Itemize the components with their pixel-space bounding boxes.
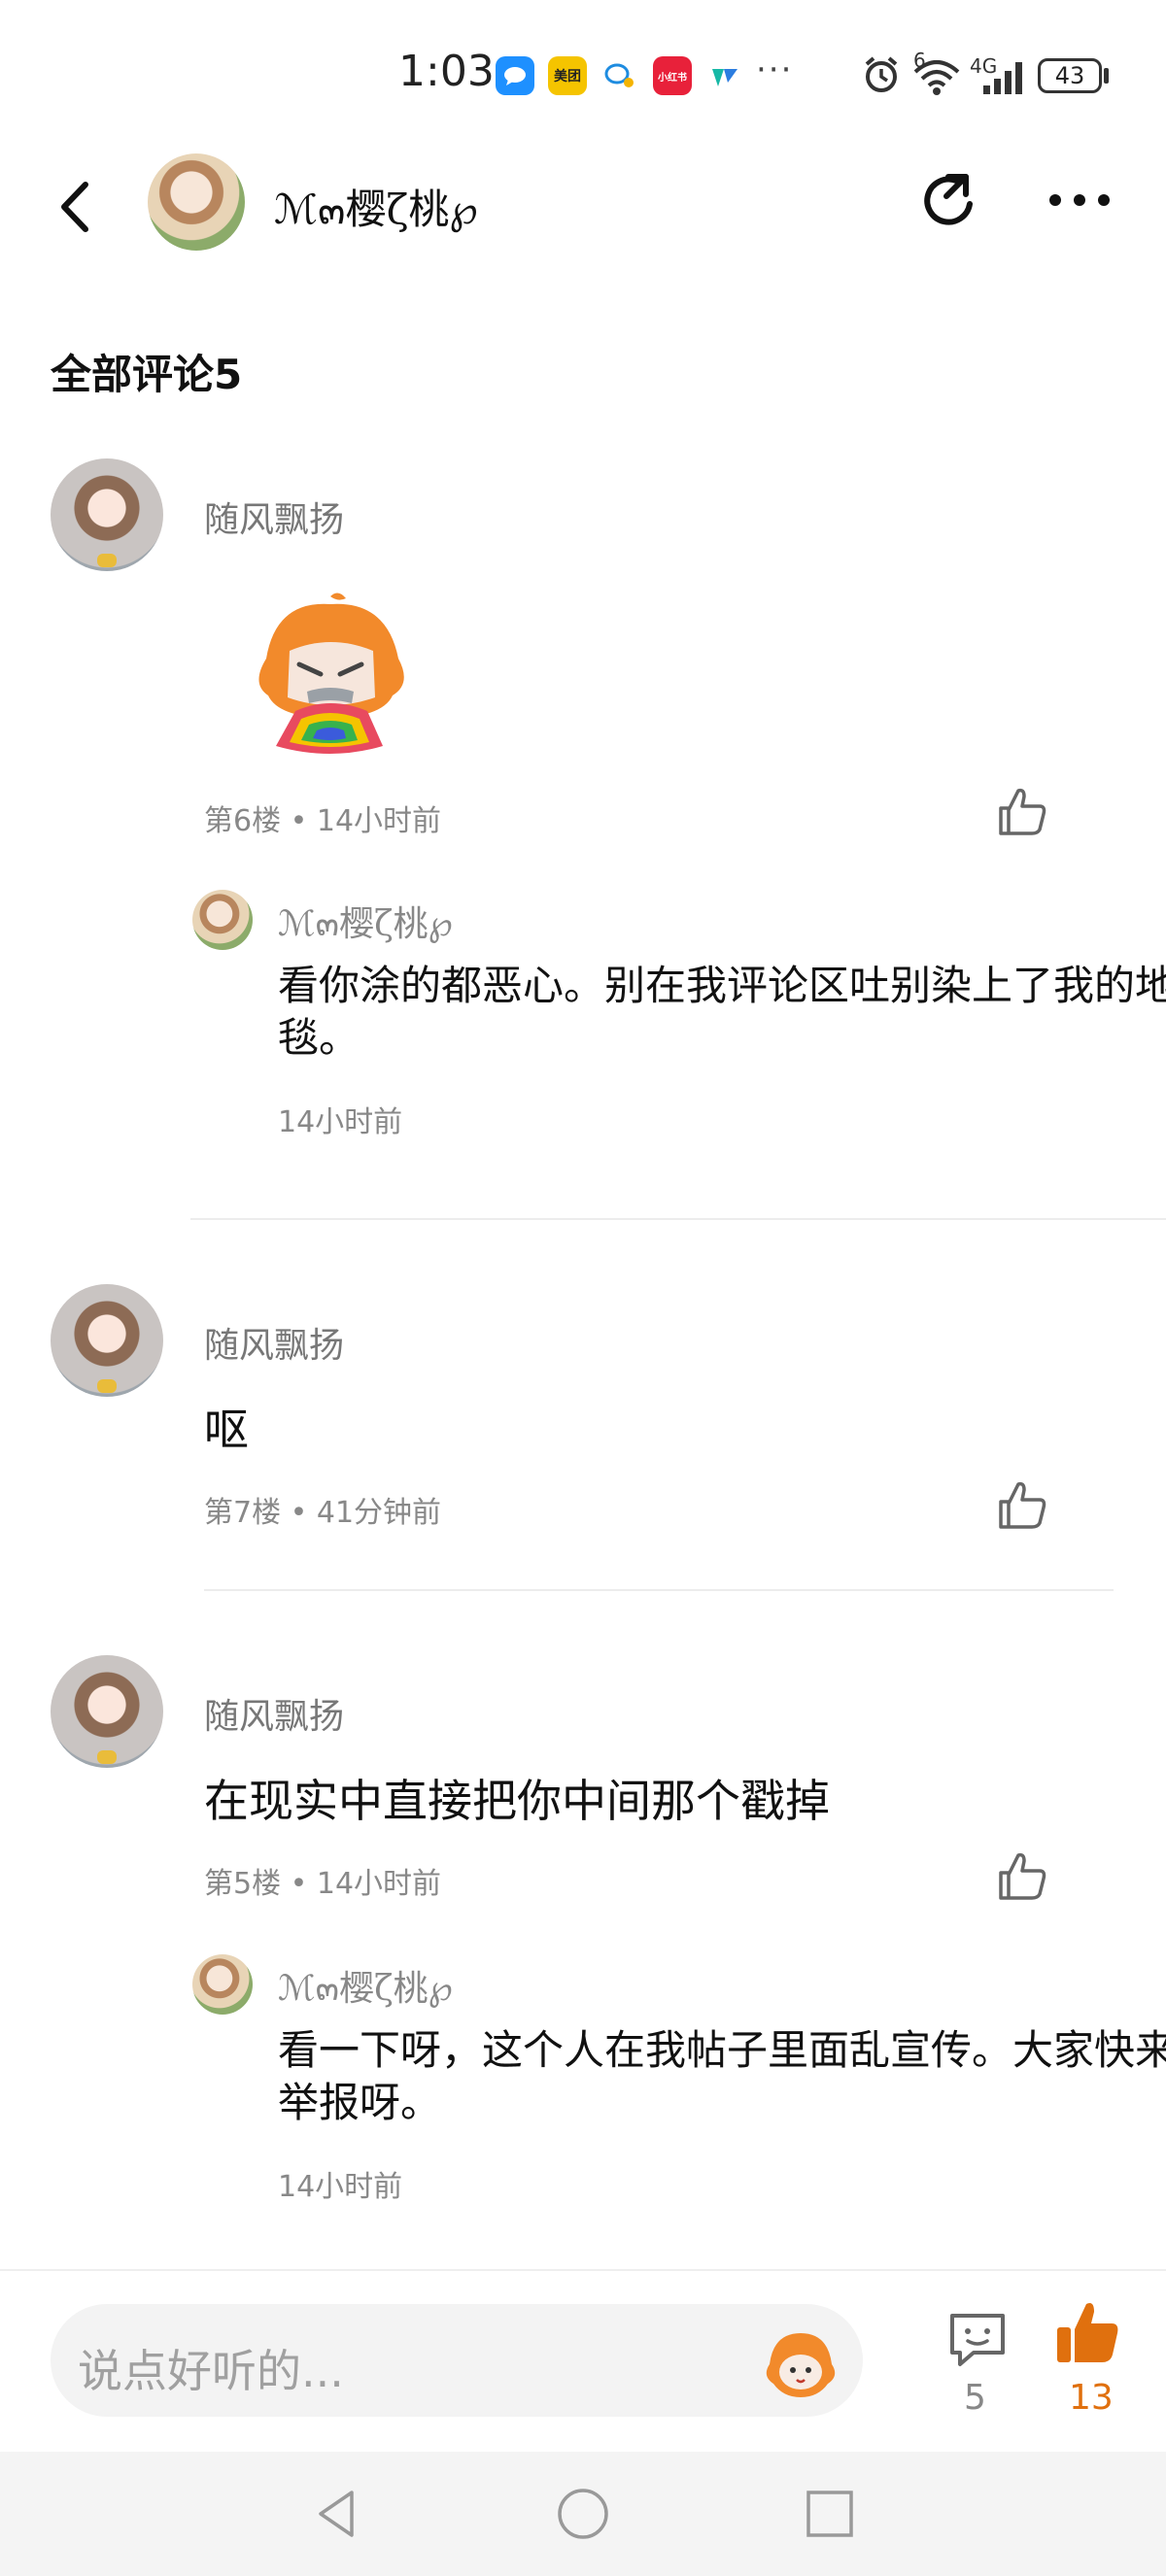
like-button[interactable] xyxy=(995,785,1049,839)
chevron-left-icon xyxy=(61,182,88,232)
nav-home-button[interactable] xyxy=(552,2483,614,2545)
square-recents-icon xyxy=(806,2491,853,2537)
more-options-button[interactable] xyxy=(1046,190,1114,210)
nav-back-button[interactable] xyxy=(307,2483,369,2545)
triangle-back-icon xyxy=(319,2491,354,2537)
reply-text: 看你涂的都恶心。别在我评论区吐别染上了我的地毯。 xyxy=(278,962,1166,1062)
xiaohongshu-icon: 小红书 xyxy=(653,56,692,95)
chat-bubble-icon xyxy=(600,56,639,95)
post-like-button[interactable] xyxy=(1053,2298,1123,2368)
meituan-icon: 美团 xyxy=(548,56,587,95)
status-time: 1:03 xyxy=(398,47,495,96)
like-button[interactable] xyxy=(995,1478,1049,1533)
comment-avatar[interactable] xyxy=(51,1655,163,1768)
share-icon xyxy=(924,174,973,225)
thumbs-up-icon xyxy=(999,788,1046,835)
comments-section-title: 全部评论5 xyxy=(51,351,243,398)
message-app-icon xyxy=(496,56,534,95)
header-title[interactable]: ℳ๓樱ζ桃℘ xyxy=(274,177,478,242)
comment-author[interactable]: 随风飘扬 xyxy=(204,491,344,542)
meituan-label: 美团 xyxy=(554,69,581,85)
thumbs-up-icon xyxy=(999,1481,1046,1529)
more-notifications-icon: ··· xyxy=(756,51,794,89)
signal-icon xyxy=(981,60,1026,99)
reply-time: 14小时前 xyxy=(278,2170,403,2204)
comment-meta: 第6楼 • 14小时前 xyxy=(204,804,442,838)
comment-author[interactable]: 随风飘扬 xyxy=(204,1688,344,1739)
emoji-button[interactable] xyxy=(760,2322,841,2403)
comment-author[interactable]: 随风飘扬 xyxy=(204,1317,344,1368)
like-button[interactable] xyxy=(995,1849,1049,1904)
vomit-rainbow-sticker xyxy=(237,591,424,765)
thumbs-up-icon xyxy=(999,1852,1046,1900)
reply-avatar[interactable] xyxy=(192,890,253,950)
thumbs-up-filled-icon xyxy=(1057,2303,1118,2362)
reply-avatar[interactable] xyxy=(192,1954,253,2015)
divider xyxy=(204,1589,1114,1591)
divider xyxy=(190,1218,1166,1220)
share-button[interactable] xyxy=(919,167,987,235)
comment-meta: 第7楼 • 41分钟前 xyxy=(204,1496,442,1530)
reply-time: 14小时前 xyxy=(278,1105,403,1139)
status-bar: 1:03 美团 小红书 ··· 6 4G 43 xyxy=(0,0,1166,146)
comment-meta: 第5楼 • 14小时前 xyxy=(204,1867,442,1901)
alarm-icon xyxy=(861,54,902,99)
reply-text: 看一下呀，这个人在我帖子里面乱宣传。大家快来举报呀。 xyxy=(278,2026,1166,2126)
circle-home-icon xyxy=(558,2489,608,2539)
nav-recents-button[interactable] xyxy=(799,2483,861,2545)
comment-text: 在现实中直接把你中间那个戳掉 xyxy=(204,1775,830,1827)
xiaohongshu-label: 小红书 xyxy=(658,72,687,84)
comments-button[interactable] xyxy=(944,2308,1011,2370)
comment-input-placeholder: 说点好听的... xyxy=(78,2345,344,2397)
reply-author[interactable]: ℳ๓樱ζ桃℘ xyxy=(278,1960,453,2016)
post-like-count: 13 xyxy=(1069,2378,1114,2418)
header-avatar[interactable] xyxy=(148,153,245,251)
more-dots-icon xyxy=(1049,194,1110,206)
back-button[interactable] xyxy=(49,175,107,239)
comment-count: 5 xyxy=(964,2378,986,2418)
mascot-emoji-icon xyxy=(766,2333,836,2397)
reply-author[interactable]: ℳ๓樱ζ桃℘ xyxy=(278,896,453,951)
battery-indicator: 43 xyxy=(1038,58,1102,93)
battery-level: 43 xyxy=(1054,62,1085,89)
comment-avatar[interactable] xyxy=(51,1284,163,1397)
battery-tip xyxy=(1104,68,1109,84)
wifi-badge: 6 xyxy=(913,49,926,72)
comment-bubble-icon xyxy=(950,2314,1005,2366)
app-icon-green xyxy=(705,56,744,95)
comment-avatar[interactable] xyxy=(51,458,163,571)
comment-text: 呕 xyxy=(204,1404,249,1456)
